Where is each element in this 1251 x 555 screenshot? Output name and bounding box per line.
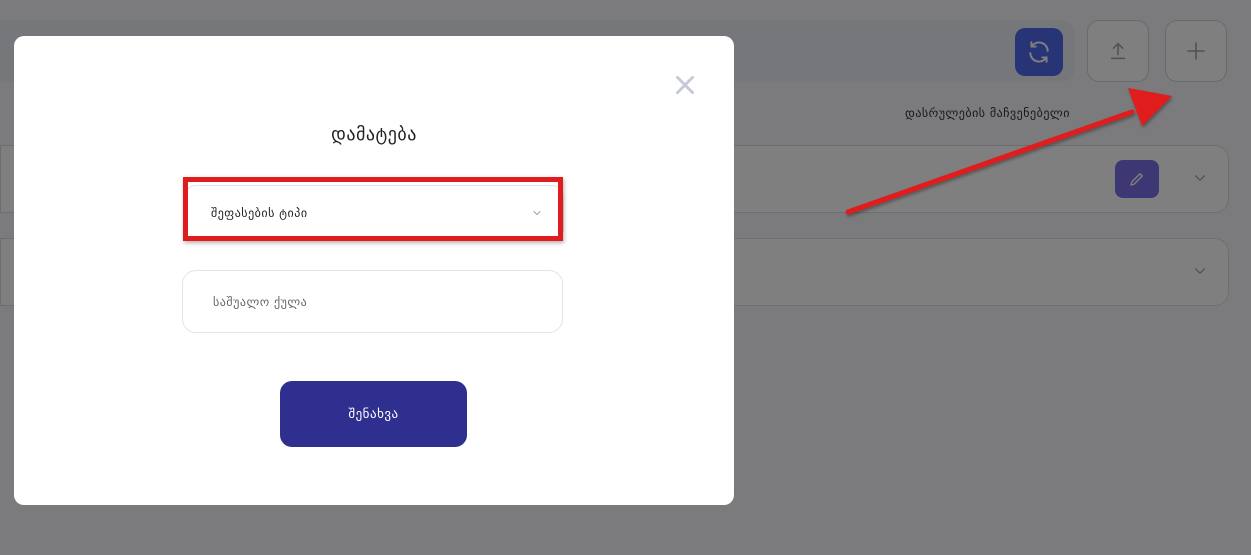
select-value: შეფასების ტიპი xyxy=(211,206,308,220)
save-button[interactable]: შენახვა xyxy=(280,381,467,447)
evaluation-type-select[interactable]: შეფასების ტიპი xyxy=(184,185,564,241)
add-dialog: დამატება შეფასების ტიპი შენახვა xyxy=(14,36,734,505)
average-score-input[interactable] xyxy=(182,270,563,333)
close-button[interactable] xyxy=(670,70,700,100)
dialog-title: დამატება xyxy=(331,124,417,145)
close-icon xyxy=(676,76,694,94)
chevron-down-icon xyxy=(533,211,541,216)
